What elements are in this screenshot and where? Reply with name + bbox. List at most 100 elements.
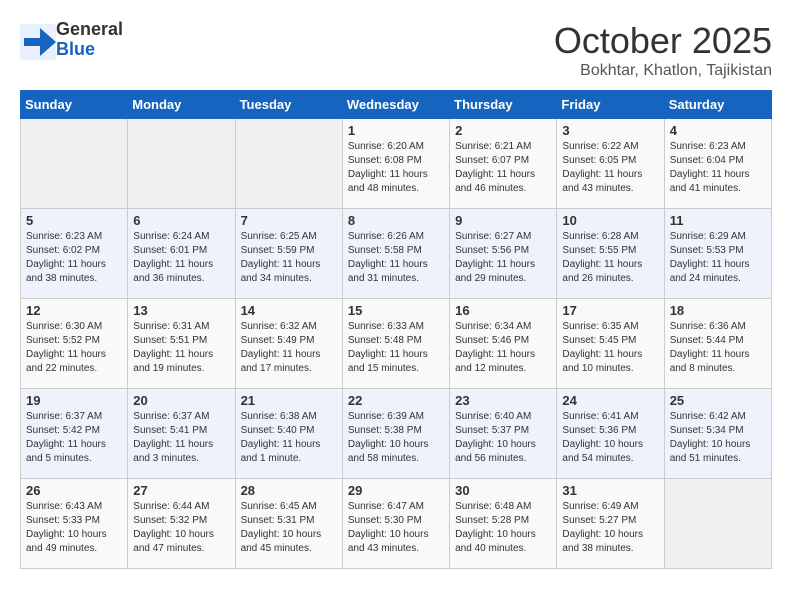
calendar-week-row: 12 Sunrise: 6:30 AM Sunset: 5:52 PM Dayli… [21, 299, 772, 389]
weekday-header: Monday [128, 91, 235, 119]
day-number: 28 [241, 483, 337, 498]
day-number: 10 [562, 213, 658, 228]
calendar-cell: 24 Sunrise: 6:41 AM Sunset: 5:36 PM Dayli… [557, 389, 664, 479]
calendar-cell: 20 Sunrise: 6:37 AM Sunset: 5:41 PM Dayli… [128, 389, 235, 479]
logo-text: General Blue [56, 20, 123, 60]
day-number: 27 [133, 483, 229, 498]
weekday-header: Sunday [21, 91, 128, 119]
day-number: 1 [348, 123, 444, 138]
day-number: 22 [348, 393, 444, 408]
day-number: 17 [562, 303, 658, 318]
day-info: Sunrise: 6:44 AM Sunset: 5:32 PM Dayligh… [133, 500, 229, 556]
month-title: October 2025 [554, 20, 772, 62]
calendar-cell: 10Sunrise: 6:28 AM Sunset: 5:55 PM Dayli… [557, 209, 664, 299]
calendar-cell: 3 Sunrise: 6:22 AM Sunset: 6:05 PM Daylig… [557, 119, 664, 209]
calendar-cell: 11 Sunrise: 6:29 AM Sunset: 5:53 PM Dayli… [664, 209, 771, 299]
weekday-header: Friday [557, 91, 664, 119]
day-number: 19 [26, 393, 122, 408]
day-info: Sunrise: 6:47 AM Sunset: 5:30 PM Dayligh… [348, 500, 444, 556]
title-block: October 2025 Bokhtar, Khatlon, Tajikista… [554, 20, 772, 80]
day-info: Sunrise: 6:43 AM Sunset: 5:33 PM Dayligh… [26, 500, 122, 556]
day-info: Sunrise: 6:32 AM Sunset: 5:49 PM Dayligh… [241, 320, 337, 376]
day-info: Sunrise: 6:23 AM Sunset: 6:02 PM Dayligh… [26, 230, 122, 286]
day-number: 8 [348, 213, 444, 228]
location-subtitle: Bokhtar, Khatlon, Tajikistan [554, 62, 772, 80]
calendar-cell [21, 119, 128, 209]
calendar-cell: 31Sunrise: 6:49 AM Sunset: 5:27 PM Dayli… [557, 479, 664, 569]
weekday-header: Wednesday [342, 91, 449, 119]
day-info: Sunrise: 6:42 AM Sunset: 5:34 PM Dayligh… [670, 410, 766, 466]
calendar-cell: 2 Sunrise: 6:21 AM Sunset: 6:07 PM Daylig… [450, 119, 557, 209]
calendar-cell: 26 Sunrise: 6:43 AM Sunset: 5:33 PM Dayli… [21, 479, 128, 569]
day-number: 3 [562, 123, 658, 138]
calendar-cell: 30 Sunrise: 6:48 AM Sunset: 5:28 PM Dayli… [450, 479, 557, 569]
weekday-header: Tuesday [235, 91, 342, 119]
day-info: Sunrise: 6:26 AM Sunset: 5:58 PM Dayligh… [348, 230, 444, 286]
day-info: Sunrise: 6:29 AM Sunset: 5:53 PM Dayligh… [670, 230, 766, 286]
logo: General Blue [20, 20, 123, 60]
day-number: 12 [26, 303, 122, 318]
day-number: 18 [670, 303, 766, 318]
calendar-cell: 17 Sunrise: 6:35 AM Sunset: 5:45 PM Dayli… [557, 299, 664, 389]
calendar-table: SundayMondayTuesdayWednesdayThursdayFrid… [20, 90, 772, 569]
calendar-cell: 9Sunrise: 6:27 AM Sunset: 5:56 PM Daylig… [450, 209, 557, 299]
day-number: 16 [455, 303, 551, 318]
day-number: 15 [348, 303, 444, 318]
calendar-cell: 15 Sunrise: 6:33 AM Sunset: 5:48 PM Dayli… [342, 299, 449, 389]
day-number: 5 [26, 213, 122, 228]
calendar-week-row: 1 Sunrise: 6:20 AM Sunset: 6:08 PM Daylig… [21, 119, 772, 209]
day-info: Sunrise: 6:20 AM Sunset: 6:08 PM Dayligh… [348, 140, 444, 196]
day-number: 7 [241, 213, 337, 228]
weekday-header: Thursday [450, 91, 557, 119]
day-info: Sunrise: 6:41 AM Sunset: 5:36 PM Dayligh… [562, 410, 658, 466]
calendar-cell: 23 Sunrise: 6:40 AM Sunset: 5:37 PM Dayli… [450, 389, 557, 479]
day-info: Sunrise: 6:21 AM Sunset: 6:07 PM Dayligh… [455, 140, 551, 196]
calendar-cell: 18 Sunrise: 6:36 AM Sunset: 5:44 PM Dayli… [664, 299, 771, 389]
logo-icon [20, 24, 52, 56]
day-number: 20 [133, 393, 229, 408]
page-header: General Blue October 2025 Bokhtar, Khatl… [20, 20, 772, 80]
calendar-cell: 13Sunrise: 6:31 AM Sunset: 5:51 PM Dayli… [128, 299, 235, 389]
calendar-cell: 28 Sunrise: 6:45 AM Sunset: 5:31 PM Dayli… [235, 479, 342, 569]
day-info: Sunrise: 6:40 AM Sunset: 5:37 PM Dayligh… [455, 410, 551, 466]
day-info: Sunrise: 6:34 AM Sunset: 5:46 PM Dayligh… [455, 320, 551, 376]
day-info: Sunrise: 6:36 AM Sunset: 5:44 PM Dayligh… [670, 320, 766, 376]
calendar-cell: 27 Sunrise: 6:44 AM Sunset: 5:32 PM Dayli… [128, 479, 235, 569]
weekday-header-row: SundayMondayTuesdayWednesdayThursdayFrid… [21, 91, 772, 119]
calendar-cell: 7 Sunrise: 6:25 AM Sunset: 5:59 PM Daylig… [235, 209, 342, 299]
day-number: 11 [670, 213, 766, 228]
day-info: Sunrise: 6:30 AM Sunset: 5:52 PM Dayligh… [26, 320, 122, 376]
day-info: Sunrise: 6:45 AM Sunset: 5:31 PM Dayligh… [241, 500, 337, 556]
day-number: 30 [455, 483, 551, 498]
weekday-header: Saturday [664, 91, 771, 119]
day-number: 24 [562, 393, 658, 408]
day-number: 23 [455, 393, 551, 408]
day-number: 2 [455, 123, 551, 138]
calendar-cell: 12 Sunrise: 6:30 AM Sunset: 5:52 PM Dayli… [21, 299, 128, 389]
day-info: Sunrise: 6:37 AM Sunset: 5:42 PM Dayligh… [26, 410, 122, 466]
calendar-cell: 5 Sunrise: 6:23 AM Sunset: 6:02 PM Daylig… [21, 209, 128, 299]
day-info: Sunrise: 6:38 AM Sunset: 5:40 PM Dayligh… [241, 410, 337, 466]
day-number: 26 [26, 483, 122, 498]
day-number: 25 [670, 393, 766, 408]
day-number: 21 [241, 393, 337, 408]
day-number: 6 [133, 213, 229, 228]
calendar-cell: 14 Sunrise: 6:32 AM Sunset: 5:49 PM Dayli… [235, 299, 342, 389]
day-info: Sunrise: 6:25 AM Sunset: 5:59 PM Dayligh… [241, 230, 337, 286]
day-number: 14 [241, 303, 337, 318]
day-number: 29 [348, 483, 444, 498]
day-info: Sunrise: 6:22 AM Sunset: 6:05 PM Dayligh… [562, 140, 658, 196]
day-info: Sunrise: 6:48 AM Sunset: 5:28 PM Dayligh… [455, 500, 551, 556]
calendar-week-row: 26 Sunrise: 6:43 AM Sunset: 5:33 PM Dayli… [21, 479, 772, 569]
day-number: 9 [455, 213, 551, 228]
day-info: Sunrise: 6:37 AM Sunset: 5:41 PM Dayligh… [133, 410, 229, 466]
calendar-cell: 16 Sunrise: 6:34 AM Sunset: 5:46 PM Dayli… [450, 299, 557, 389]
day-info: Sunrise: 6:33 AM Sunset: 5:48 PM Dayligh… [348, 320, 444, 376]
calendar-cell: 25 Sunrise: 6:42 AM Sunset: 5:34 PM Dayli… [664, 389, 771, 479]
day-info: Sunrise: 6:31 AM Sunset: 5:51 PM Dayligh… [133, 320, 229, 376]
calendar-cell: 4Sunrise: 6:23 AM Sunset: 6:04 PM Daylig… [664, 119, 771, 209]
calendar-cell: 19 Sunrise: 6:37 AM Sunset: 5:42 PM Dayli… [21, 389, 128, 479]
day-info: Sunrise: 6:35 AM Sunset: 5:45 PM Dayligh… [562, 320, 658, 376]
calendar-week-row: 19 Sunrise: 6:37 AM Sunset: 5:42 PM Dayli… [21, 389, 772, 479]
day-info: Sunrise: 6:39 AM Sunset: 5:38 PM Dayligh… [348, 410, 444, 466]
